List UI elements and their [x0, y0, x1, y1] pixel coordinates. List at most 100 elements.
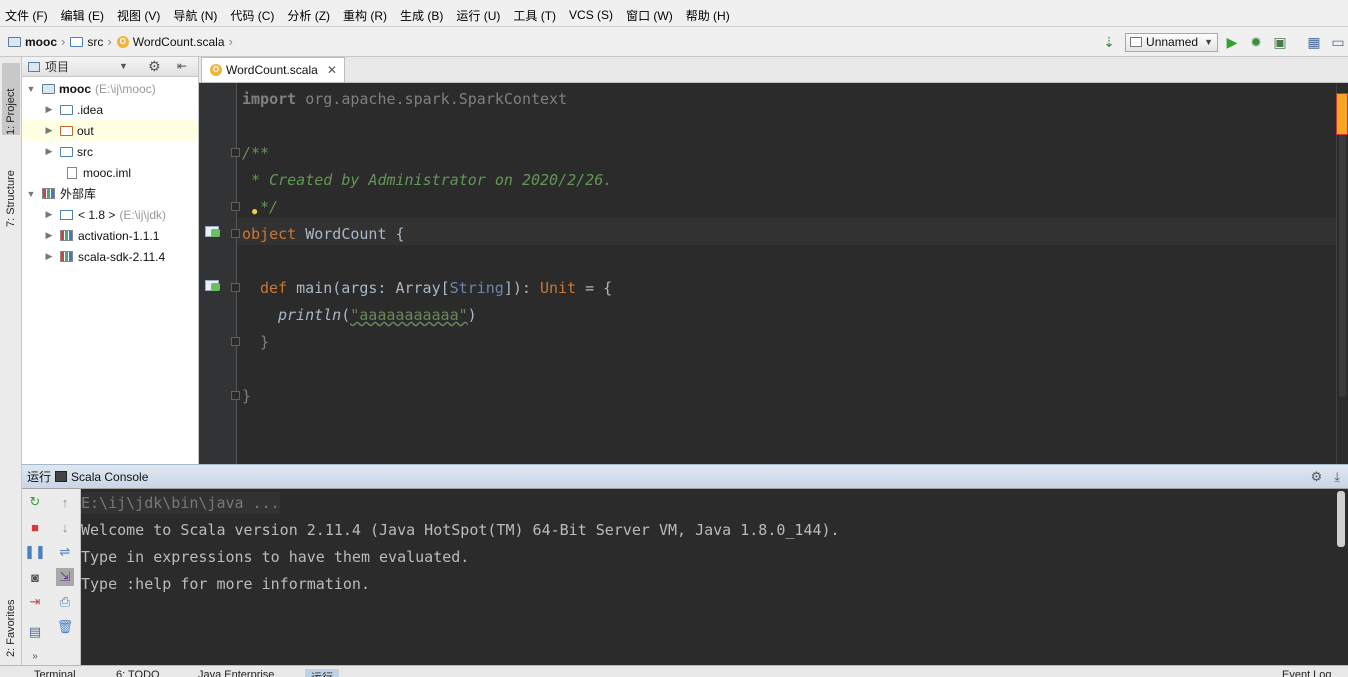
favorites-tool-tab[interactable]: 2: Favorites: [2, 577, 20, 657]
project-tool-tab[interactable]: 1: Project: [2, 63, 20, 135]
menu-help[interactable]: 帮助 (H): [686, 7, 730, 24]
collapsed-arrow-icon[interactable]: ▶: [44, 146, 54, 157]
console-scrollbar[interactable]: [1336, 489, 1346, 665]
project-view-select[interactable]: 项目: [45, 58, 69, 75]
menu-run[interactable]: 运行 (U): [456, 7, 500, 24]
editor-tab-wordcount[interactable]: O WordCount.scala ✕: [201, 57, 345, 82]
coverage-icon[interactable]: ▣: [1270, 32, 1290, 52]
code-editor[interactable]: ● import org.apache.spark.SparkContext /…: [199, 83, 1348, 464]
code-line: * Created by Administrator on 2020/2/26.: [242, 170, 612, 190]
fold-marker-icon[interactable]: [231, 202, 240, 211]
breadcrumb-folder[interactable]: src: [87, 35, 103, 49]
run-configuration-select[interactable]: Unnamed ▼: [1125, 32, 1218, 52]
breadcrumb-project[interactable]: mooc: [25, 35, 57, 49]
structure-tool-tab[interactable]: 7: Structure: [2, 147, 20, 227]
expanded-arrow-icon[interactable]: ▼: [26, 189, 36, 199]
menu-build[interactable]: 生成 (B): [400, 7, 443, 24]
tree-item-label: mooc.iml: [83, 165, 132, 180]
close-icon[interactable]: ✕: [327, 63, 337, 77]
fold-marker-icon[interactable]: [231, 148, 240, 157]
todo-tab[interactable]: 6: TODO: [116, 669, 160, 677]
gear-icon[interactable]: ⚙: [148, 58, 161, 75]
gear-icon[interactable]: ⚙: [1311, 469, 1323, 485]
build-icon[interactable]: ⇣: [1099, 32, 1119, 52]
editor-scrollbar[interactable]: [1336, 83, 1348, 464]
run-gutter-icon[interactable]: [205, 279, 221, 292]
project-structure-icon[interactable]: ▦: [1304, 32, 1324, 52]
code-line: object WordCount {: [242, 224, 405, 244]
project-view-icon: [28, 61, 40, 72]
lightbulb-icon[interactable]: ●: [251, 204, 258, 218]
menu-edit[interactable]: 编辑 (E): [61, 7, 104, 24]
tree-item-path: (E:\ij\mooc): [95, 81, 156, 96]
console-output[interactable]: E:\ij\jdk\bin\java ... Welcome to Scala …: [81, 489, 1348, 665]
soft-wrap-icon[interactable]: ⇌: [56, 543, 74, 561]
menu-vcs[interactable]: VCS (S): [569, 8, 613, 22]
scrollbar-thumb[interactable]: [1339, 97, 1346, 397]
event-log-tab[interactable]: Event Log: [1282, 669, 1332, 677]
run-gutter-icon[interactable]: [205, 225, 221, 238]
more-icon[interactable]: »: [26, 647, 44, 665]
menu-refactor[interactable]: 重构 (R): [343, 7, 387, 24]
dropdown-icon[interactable]: ▼: [119, 61, 128, 71]
tree-item-jdk[interactable]: ▶ < 1.8 > (E:\ij\jdk): [22, 204, 198, 225]
camera-icon[interactable]: ◙: [26, 568, 44, 586]
hide-panel-icon[interactable]: ⤓: [1334, 469, 1340, 485]
method-signature: ]):: [503, 279, 540, 297]
up-arrow-icon[interactable]: ↑: [56, 493, 74, 511]
tree-item-out[interactable]: ▶ out: [22, 120, 198, 141]
scroll-to-end-icon[interactable]: ⇲: [56, 568, 74, 586]
project-tool-tab-label: 1: Project: [5, 88, 17, 135]
collapsed-arrow-icon[interactable]: ▶: [44, 251, 54, 262]
menu-analyze[interactable]: 分析 (Z): [287, 7, 330, 24]
unit-keyword: Unit: [539, 279, 577, 297]
object-keyword: object: [242, 225, 297, 243]
terminal-tab[interactable]: Terminal: [34, 669, 76, 677]
window-icon[interactable]: ▭: [1328, 32, 1348, 52]
menu-navigate[interactable]: 导航 (N): [173, 7, 217, 24]
collapsed-arrow-icon[interactable]: ▶: [44, 125, 54, 136]
fold-marker-icon[interactable]: [231, 229, 240, 238]
navigation-bar: mooc › src › O WordCount.scala › ⇣ Unnam…: [0, 26, 1348, 57]
jdk-icon: [60, 209, 73, 220]
down-arrow-icon[interactable]: ↓: [56, 518, 74, 536]
collapsed-arrow-icon[interactable]: ▶: [44, 209, 54, 220]
pause-icon[interactable]: ❚❚: [24, 543, 46, 561]
run-panel-tab[interactable]: Scala Console: [71, 470, 148, 484]
tree-item-external-libraries[interactable]: ▼ 外部库: [22, 183, 198, 204]
print-icon[interactable]: ⎙: [56, 593, 74, 611]
fold-marker-icon[interactable]: [231, 391, 240, 400]
tree-item-label: activation-1.1.1: [78, 228, 160, 243]
stop-icon[interactable]: ■: [26, 518, 44, 536]
debug-icon[interactable]: ✹: [1246, 32, 1266, 52]
tree-item-mooc[interactable]: ▼ mooc (E:\ij\mooc): [22, 78, 198, 99]
menu-window[interactable]: 窗口 (W): [626, 7, 673, 24]
tree-item-scala-sdk[interactable]: ▶ scala-sdk-2.11.4: [22, 246, 198, 267]
warning-marker-icon[interactable]: [1336, 93, 1348, 135]
breadcrumb-file[interactable]: WordCount.scala: [133, 35, 225, 49]
tree-item-idea[interactable]: ▶ .idea: [22, 99, 198, 120]
expanded-arrow-icon[interactable]: ▼: [26, 84, 36, 94]
run-icon[interactable]: ▶: [1222, 32, 1242, 52]
menu-code[interactable]: 代码 (C): [230, 7, 274, 24]
tree-item-mooc-iml[interactable]: mooc.iml: [22, 162, 198, 183]
code-line: }: [260, 332, 269, 352]
fold-marker-icon[interactable]: [231, 283, 240, 292]
rerun-icon[interactable]: ↻: [26, 493, 44, 511]
doc-comment: */: [260, 198, 279, 216]
menu-view[interactable]: 视图 (V): [117, 7, 160, 24]
fold-marker-icon[interactable]: [231, 337, 240, 346]
run-tab[interactable]: 运行: [305, 669, 339, 677]
scrollbar-thumb[interactable]: [1337, 491, 1345, 547]
java-enterprise-tab[interactable]: Java Enterprise: [198, 669, 274, 677]
trash-icon[interactable]: 🗑: [56, 618, 74, 636]
collapsed-arrow-icon[interactable]: ▶: [44, 230, 54, 241]
exit-icon[interactable]: ⇥: [26, 593, 44, 611]
tree-item-activation[interactable]: ▶ activation-1.1.1: [22, 225, 198, 246]
tree-item-src[interactable]: ▶ src: [22, 141, 198, 162]
menu-tools[interactable]: 工具 (T): [513, 7, 556, 24]
collapsed-arrow-icon[interactable]: ▶: [44, 104, 54, 115]
menu-file[interactable]: 文件 (F): [5, 7, 48, 24]
layout-icon[interactable]: ▤: [26, 623, 44, 641]
collapse-icon[interactable]: ⇤: [177, 59, 187, 73]
